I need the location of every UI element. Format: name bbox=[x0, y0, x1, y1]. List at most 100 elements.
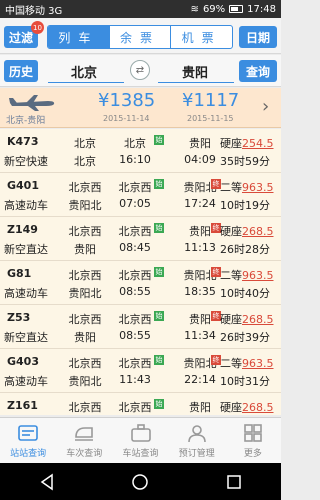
tab-station-query[interactable]: 站站查询 bbox=[0, 418, 56, 463]
duration: 10时19分 bbox=[220, 199, 270, 212]
recents-icon[interactable] bbox=[225, 473, 243, 491]
ticket-price: 268.5 bbox=[242, 401, 274, 414]
filter-count-badge: 10 bbox=[31, 21, 44, 34]
start-tag: 始 bbox=[154, 135, 164, 145]
tab-label: 车站查询 bbox=[122, 449, 159, 459]
train-code: K473 bbox=[7, 135, 39, 148]
tab-more[interactable]: 更多 bbox=[225, 418, 281, 463]
bottom-tab-bar: 站站查询 车次查询 车站查询 预订管理 更多 bbox=[0, 417, 281, 463]
duration: 35时59分 bbox=[220, 155, 270, 168]
swap-stations-icon[interactable]: ⇄ bbox=[130, 60, 150, 80]
terminal-station: 贵阳 bbox=[74, 331, 96, 344]
train-code: Z53 bbox=[7, 311, 31, 324]
start-tag: 始 bbox=[154, 355, 164, 365]
train-code: G81 bbox=[7, 267, 32, 280]
origin-station: 北京西 bbox=[68, 269, 102, 282]
tab-label: 预订管理 bbox=[178, 449, 215, 459]
status-bar: 中国移动 3G ≋ 69% 17:48 bbox=[0, 0, 281, 18]
ticket-price: 963.5 bbox=[242, 357, 274, 370]
train-code: Z161 bbox=[7, 399, 38, 412]
home-icon[interactable] bbox=[131, 473, 149, 491]
train-row[interactable]: G81 高速动车 北京西 贵阳北 北京西 始 08:55 贵阳北 终 18:35… bbox=[0, 261, 281, 305]
arrival-time: 17:24 bbox=[184, 197, 216, 210]
train-list: K473 新空快速 北京 北京 北京 始 16:10 贵阳 04:09 硬座25… bbox=[0, 129, 281, 415]
flight-date: 2015-11-15 bbox=[187, 114, 234, 123]
start-tag: 始 bbox=[154, 223, 164, 233]
arrival-time: 11:34 bbox=[184, 329, 216, 342]
date-button[interactable]: 日期 bbox=[239, 26, 277, 48]
ticket-price: 268.5 bbox=[242, 225, 274, 238]
board-station: 北京西 bbox=[118, 313, 152, 326]
seat-price[interactable]: 二等963.5 bbox=[220, 355, 274, 371]
ticket-price: 963.5 bbox=[242, 269, 274, 282]
board-station: 北京西 bbox=[118, 357, 152, 370]
arrival-time: 11:13 bbox=[184, 241, 216, 254]
train-icon bbox=[75, 427, 94, 441]
origin-station: 北京 bbox=[74, 137, 96, 150]
to-station[interactable]: 贵阳 bbox=[155, 62, 235, 81]
train-type: 新空直达 bbox=[4, 243, 48, 256]
start-tag: 始 bbox=[154, 179, 164, 189]
from-station[interactable]: 北京 bbox=[44, 62, 124, 81]
tab-label: 车次查询 bbox=[66, 449, 103, 459]
duration: 26时39分 bbox=[220, 331, 270, 344]
terminal-station: 北京 bbox=[74, 155, 96, 168]
board-station: 北京西 bbox=[118, 401, 152, 414]
arrival-time: 22:14 bbox=[184, 373, 216, 386]
seat-price[interactable]: 硬座254.5 bbox=[220, 135, 274, 151]
train-type: 新空直达 bbox=[4, 331, 48, 344]
tab-label: 站站查询 bbox=[10, 449, 47, 459]
from-underline bbox=[48, 82, 124, 83]
train-row[interactable]: Z53 新空直达 北京西 贵阳 北京西 始 08:55 贵阳 终 11:34 硬… bbox=[0, 305, 281, 349]
train-row[interactable]: K473 新空快速 北京 北京 北京 始 16:10 贵阳 04:09 硬座25… bbox=[0, 129, 281, 173]
departure-time: 08:55 bbox=[119, 329, 151, 342]
departure-time: 07:05 bbox=[119, 197, 151, 210]
terminal-station: 贵阳 bbox=[74, 243, 96, 256]
origin-station: 北京西 bbox=[68, 313, 102, 326]
flight-price-banner[interactable]: 北京-贵阳 ¥1385 2015-11-14 ¥1117 2015-11-15 … bbox=[0, 88, 281, 128]
tab-flights[interactable]: 机票 bbox=[171, 26, 232, 48]
seat-price[interactable]: 二等963.5 bbox=[220, 267, 274, 283]
seat-type: 二等 bbox=[220, 269, 242, 282]
tab-remaining-tickets[interactable]: 余票 bbox=[110, 26, 172, 48]
mode-segmented-control: 列车 余票 机票 bbox=[47, 25, 233, 49]
departure-time: 08:55 bbox=[119, 285, 151, 298]
tab-station-info[interactable]: 车站查询 bbox=[112, 418, 168, 463]
train-row[interactable]: G403 高速动车 北京西 贵阳北 北京西 始 11:43 贵阳北 终 22:1… bbox=[0, 349, 281, 393]
terminal-station: 贵阳北 bbox=[68, 375, 102, 388]
train-row[interactable]: Z149 新空直达 北京西 贵阳 北京西 始 08:45 贵阳 终 11:13 … bbox=[0, 217, 281, 261]
seat-type: 硬座 bbox=[220, 401, 242, 414]
start-tag: 始 bbox=[154, 311, 164, 321]
history-button[interactable]: 历史 bbox=[4, 60, 38, 82]
flight-date: 2015-11-14 bbox=[103, 114, 150, 123]
origin-station: 北京西 bbox=[68, 357, 102, 370]
terminal-station: 贵阳北 bbox=[68, 199, 102, 212]
train-type: 新空快速 bbox=[4, 155, 48, 168]
chevron-right-icon[interactable]: › bbox=[262, 96, 269, 117]
tab-train-query[interactable]: 车次查询 bbox=[56, 418, 112, 463]
board-station: 北京西 bbox=[118, 181, 152, 194]
origin-station: 北京西 bbox=[68, 181, 102, 194]
to-underline bbox=[158, 82, 234, 83]
seat-type: 硬座 bbox=[220, 313, 242, 326]
board-station: 北京西 bbox=[118, 269, 152, 282]
seat-price[interactable]: 二等963.5 bbox=[220, 179, 274, 195]
tab-booking-manage[interactable]: 预订管理 bbox=[169, 418, 225, 463]
seat-price[interactable]: 硬座268.5 bbox=[220, 399, 274, 415]
seat-price[interactable]: 硬座268.5 bbox=[220, 311, 274, 327]
station-query-icon bbox=[18, 425, 38, 441]
station-bar: 历史 北京 ⇄ 贵阳 查询 bbox=[0, 55, 281, 87]
ticket-price: 268.5 bbox=[242, 313, 274, 326]
start-tag: 始 bbox=[154, 267, 164, 277]
query-button[interactable]: 查询 bbox=[239, 60, 277, 82]
battery-percent: 69% bbox=[202, 3, 226, 15]
back-icon[interactable] bbox=[38, 473, 56, 491]
train-code: Z149 bbox=[7, 223, 38, 236]
tab-trains[interactable]: 列车 bbox=[48, 26, 110, 48]
train-row[interactable]: Z161 北京西 北京西 始 贵阳 硬座268.5 bbox=[0, 393, 281, 415]
seat-price[interactable]: 硬座268.5 bbox=[220, 223, 274, 239]
airplane-icon bbox=[9, 95, 55, 111]
train-row[interactable]: G401 高速动车 北京西 贵阳北 北京西 始 07:05 贵阳北 终 17:2… bbox=[0, 173, 281, 217]
train-type: 高速动车 bbox=[4, 287, 48, 300]
battery-icon bbox=[229, 5, 244, 13]
